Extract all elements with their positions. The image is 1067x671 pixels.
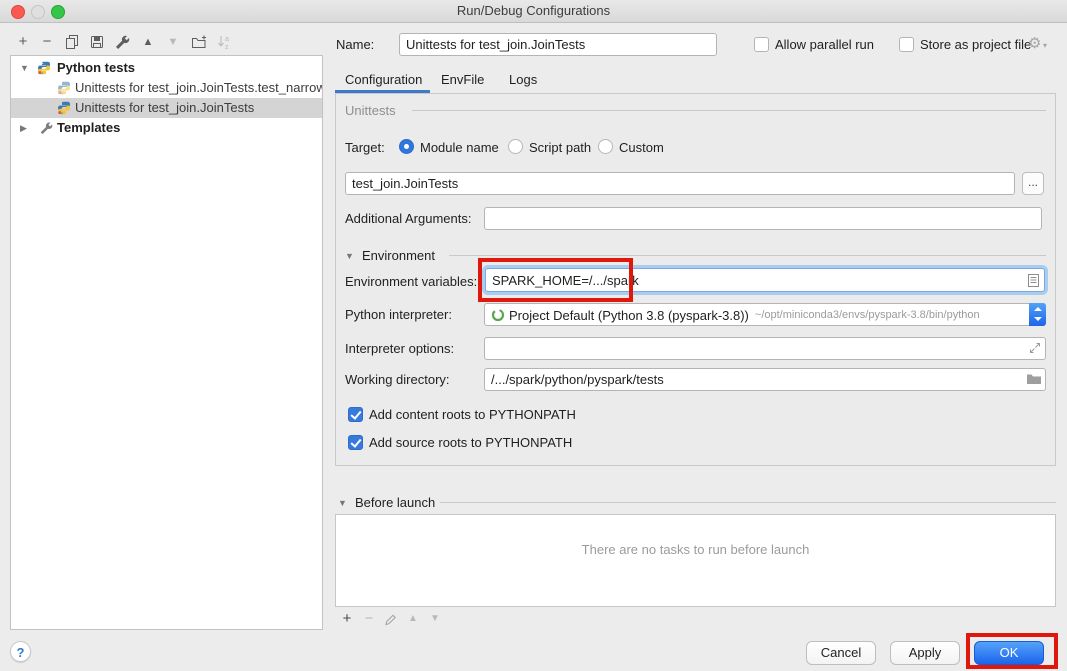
- before-launch-collapse-icon[interactable]: ▼: [338, 498, 347, 508]
- working-directory-label: Working directory:: [345, 372, 450, 388]
- ok-button[interactable]: OK: [974, 641, 1044, 665]
- expand-field-icon[interactable]: [1028, 341, 1042, 358]
- interpreter-options-label: Interpreter options:: [345, 341, 454, 357]
- add-configuration-icon[interactable]: +: [14, 33, 32, 51]
- add-source-roots-checkbox[interactable]: [348, 435, 363, 450]
- conda-environment-icon: [491, 308, 505, 325]
- env-vars-list-icon[interactable]: [1027, 273, 1040, 291]
- task-move-down-icon[interactable]: ▼: [426, 610, 444, 628]
- radio-module-name[interactable]: [399, 139, 414, 154]
- before-launch-task-list[interactable]: [335, 514, 1056, 607]
- save-configuration-icon[interactable]: [88, 33, 106, 51]
- window-title: Run/Debug Configurations: [0, 3, 1067, 18]
- cancel-button[interactable]: Cancel: [806, 641, 876, 665]
- titlebar: Run/Debug Configurations: [0, 0, 1067, 23]
- allow-parallel-run-checkbox[interactable]: [754, 37, 769, 52]
- chevron-right-icon[interactable]: ▶: [20, 118, 27, 138]
- tree-item-label: Python tests: [57, 58, 135, 78]
- target-label: Target:: [345, 140, 385, 156]
- gear-dropdown-arrow-icon: ▾: [1043, 41, 1047, 50]
- tab-envfile[interactable]: EnvFile: [441, 70, 484, 90]
- remove-configuration-icon[interactable]: −: [38, 33, 56, 51]
- remove-task-icon[interactable]: −: [360, 610, 378, 628]
- radio-script-path-label: Script path: [529, 140, 591, 156]
- before-launch-section-label: Before launch: [355, 495, 435, 511]
- python-interpreter-select[interactable]: Project Default (Python 3.8 (pyspark-3.8…: [484, 303, 1046, 326]
- target-module-input[interactable]: [345, 172, 1015, 195]
- radio-custom[interactable]: [598, 139, 613, 154]
- environment-section-label: Environment: [362, 248, 435, 264]
- additional-arguments-label: Additional Arguments:: [345, 211, 471, 227]
- environment-variables-input[interactable]: [485, 268, 1045, 292]
- python-interpreter-path: ~/opt/miniconda3/envs/pyspark-3.8/bin/py…: [755, 304, 980, 326]
- python-interpreter-label: Python interpreter:: [345, 307, 452, 323]
- add-content-roots-label: Add content roots to PYTHONPATH: [369, 407, 576, 423]
- add-content-roots-checkbox[interactable]: [348, 407, 363, 422]
- working-directory-input[interactable]: [484, 368, 1046, 391]
- allow-parallel-run-label: Allow parallel run: [775, 37, 874, 53]
- browse-button[interactable]: ...: [1022, 172, 1044, 195]
- environment-collapse-icon[interactable]: ▼: [345, 251, 354, 261]
- move-down-icon[interactable]: ▼: [164, 33, 182, 51]
- sort-configurations-icon[interactable]: az: [216, 33, 234, 51]
- store-as-project-file-checkbox[interactable]: [899, 37, 914, 52]
- python-interpreter-value: Project Default (Python 3.8 (pyspark-3.8…: [509, 304, 749, 326]
- add-task-icon[interactable]: +: [338, 610, 356, 628]
- store-as-project-file-label: Store as project file: [920, 37, 1031, 53]
- tree-item-unittest-jointests-selected[interactable]: Unittests for test_join.JoinTests: [11, 98, 322, 118]
- tab-logs[interactable]: Logs: [509, 70, 537, 90]
- chevron-down-icon[interactable]: ▼: [20, 58, 29, 78]
- help-button[interactable]: ?: [10, 641, 31, 662]
- interpreter-options-input[interactable]: [484, 337, 1046, 360]
- tree-item-label: Templates: [57, 118, 120, 138]
- tree-item-templates[interactable]: ▶ Templates: [11, 118, 322, 138]
- unittests-group-label: Unittests: [345, 103, 396, 119]
- folder-icon[interactable]: [1026, 372, 1042, 389]
- tab-configuration[interactable]: Configuration: [345, 70, 422, 90]
- tree-item-python-tests[interactable]: ▼ Python tests: [11, 58, 322, 78]
- name-input[interactable]: [399, 33, 717, 56]
- radio-script-path[interactable]: [508, 139, 523, 154]
- group-separator-line: [412, 110, 1046, 111]
- edit-task-icon[interactable]: [382, 610, 400, 628]
- before-launch-empty-message: There are no tasks to run before launch: [335, 542, 1056, 557]
- new-folder-icon[interactable]: [190, 33, 208, 51]
- stepper-up-icon: [1034, 307, 1042, 311]
- environment-variables-label: Environment variables:: [345, 274, 477, 290]
- section-separator-line: [449, 255, 1046, 256]
- apply-button[interactable]: Apply: [890, 641, 960, 665]
- name-label: Name:: [336, 37, 374, 53]
- svg-text:a: a: [225, 36, 229, 43]
- tree-item-label: Unittests for test_join.JoinTests: [75, 98, 254, 118]
- additional-arguments-input[interactable]: [484, 207, 1042, 230]
- python-tests-icon: [37, 61, 51, 78]
- radio-module-name-label: Module name: [420, 140, 499, 156]
- python-test-config-icon: [57, 101, 71, 118]
- interpreter-stepper-control[interactable]: [1029, 303, 1046, 326]
- store-options-gear-icon[interactable]: ⚙: [1028, 35, 1041, 51]
- svg-text:z: z: [225, 44, 229, 50]
- edit-templates-icon[interactable]: [113, 33, 131, 51]
- run-debug-configurations-dialog: Run/Debug Configurations + − ▲ ▼ az ▼ Py…: [0, 0, 1067, 671]
- section-separator-line: [440, 502, 1056, 503]
- add-source-roots-label: Add source roots to PYTHONPATH: [369, 435, 572, 451]
- tree-item-unittest-narrow[interactable]: Unittests for test_join.JoinTests.test_n…: [11, 78, 322, 98]
- python-test-config-icon: [57, 81, 71, 98]
- stepper-down-icon: [1034, 317, 1042, 321]
- copy-configuration-icon[interactable]: [63, 33, 81, 51]
- move-up-icon[interactable]: ▲: [139, 33, 157, 51]
- tree-item-label: Unittests for test_join.JoinTests.test_n…: [75, 78, 322, 98]
- radio-custom-label: Custom: [619, 140, 664, 156]
- task-move-up-icon[interactable]: ▲: [404, 610, 422, 628]
- templates-wrench-icon: [39, 121, 53, 138]
- configurations-tree: ▼ Python tests Unittests for test_join.J…: [10, 55, 323, 630]
